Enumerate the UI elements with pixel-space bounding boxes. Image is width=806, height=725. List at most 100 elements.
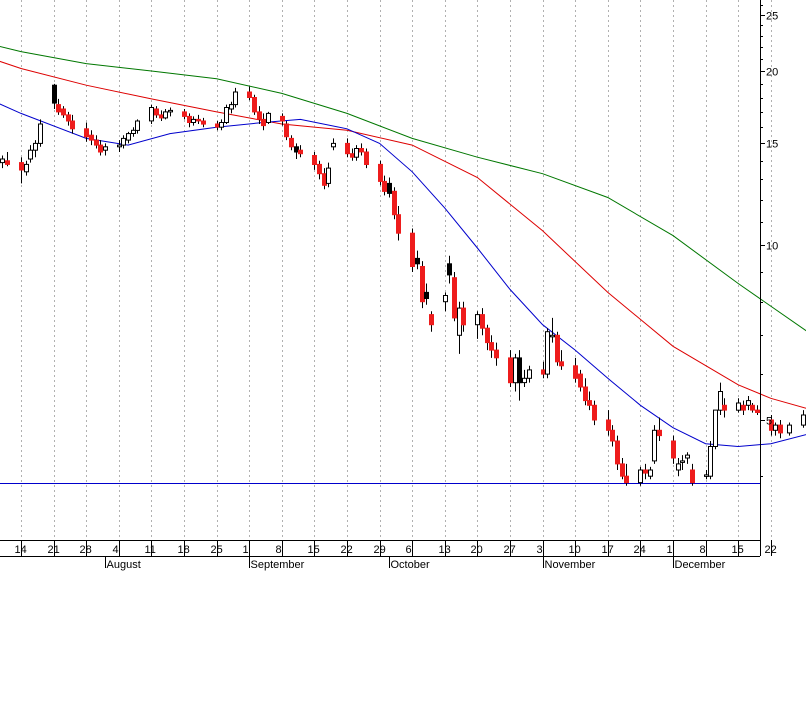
candle-23 <box>150 105 154 124</box>
x-tick-label-10: 22 <box>341 544 353 556</box>
y-tick-label-4: 5 <box>766 416 772 428</box>
candle-body-117 <box>756 410 760 412</box>
candle-body-91 <box>588 401 592 406</box>
candle-body-95 <box>616 441 620 464</box>
x-tick-label-14: 20 <box>471 544 483 556</box>
candle-body-14 <box>90 135 94 140</box>
candle-body-100 <box>649 470 653 476</box>
month-label-0: August <box>107 559 141 571</box>
x-tick-label-8: 8 <box>276 544 282 556</box>
candle-body-7 <box>39 124 43 143</box>
candle-body-30 <box>192 119 196 122</box>
candle-body-71 <box>458 308 462 335</box>
x-tick-label-13: 13 <box>439 544 451 556</box>
candle-body-65 <box>421 267 425 302</box>
candle-body-22 <box>136 121 140 130</box>
candle-35 <box>225 105 229 124</box>
x-tick-label-16: 3 <box>537 544 543 556</box>
x-tick-label-12: 6 <box>406 544 412 556</box>
candle-body-74 <box>481 315 485 329</box>
candle-body-6 <box>34 143 38 150</box>
candle-body-78 <box>509 358 513 383</box>
candle-101 <box>653 425 657 464</box>
candle-body-97 <box>625 476 629 482</box>
candle-body-56 <box>360 149 364 152</box>
candle-body-86 <box>556 335 560 362</box>
candle-body-8 <box>53 85 57 103</box>
candle-body-48 <box>313 156 317 165</box>
candle-body-81 <box>523 378 527 382</box>
candle-body-21 <box>132 130 136 133</box>
candle-body-92 <box>593 405 597 420</box>
candle-body-60 <box>388 183 392 193</box>
candle-70 <box>453 272 457 321</box>
candle-body-23 <box>150 108 154 121</box>
candle-body-54 <box>351 154 355 158</box>
candle-body-46 <box>295 147 299 152</box>
y-tick-label-2: 15 <box>766 139 778 151</box>
candle-body-111 <box>719 392 723 411</box>
candle-body-113 <box>737 403 741 410</box>
candle-body-44 <box>285 124 289 137</box>
candle-body-17 <box>104 147 108 150</box>
candle-body-40 <box>258 112 262 120</box>
candle-body-50 <box>323 174 327 186</box>
candle-body-18 <box>118 145 122 147</box>
candle-body-61 <box>393 191 397 214</box>
candle-body-53 <box>346 143 350 153</box>
candle-body-16 <box>99 145 103 152</box>
candle-body-84 <box>546 332 550 374</box>
candle-body-26 <box>164 112 168 118</box>
candle-body-115 <box>747 401 751 406</box>
candle-body-88 <box>574 366 578 379</box>
candle-body-98 <box>639 470 643 483</box>
candle-body-76 <box>490 343 494 351</box>
candle-body-105 <box>681 461 685 463</box>
candle-86 <box>556 332 560 366</box>
candle-body-42 <box>267 113 271 122</box>
x-tick-label-20: 1 <box>667 544 673 556</box>
candle-body-55 <box>355 149 359 158</box>
candle-body-62 <box>397 215 401 234</box>
candle-body-99 <box>644 470 648 473</box>
candle-body-69 <box>448 264 452 275</box>
candle-body-79 <box>514 358 518 383</box>
candle-body-102 <box>658 430 662 435</box>
candle-body-64 <box>416 258 420 263</box>
candle-body-90 <box>584 387 588 401</box>
candle-body-24 <box>155 109 159 115</box>
candle-body-104 <box>677 464 681 470</box>
candle-body-51 <box>327 168 331 183</box>
candle-body-49 <box>318 164 322 173</box>
candle-63 <box>411 229 415 273</box>
candle-body-75 <box>486 328 490 342</box>
x-tick-label-9: 15 <box>308 544 320 556</box>
candle-body-68 <box>444 296 448 302</box>
candle-58 <box>379 161 383 186</box>
x-tick-label-23: 22 <box>765 544 777 556</box>
candle-109 <box>709 441 713 479</box>
candle-body-13 <box>85 129 89 137</box>
x-tick-label-0: 14 <box>15 544 27 556</box>
candle-body-19 <box>122 138 126 145</box>
candle-body-32 <box>202 121 206 124</box>
x-tick-label-15: 27 <box>504 544 516 556</box>
candle-body-10 <box>62 109 66 115</box>
x-tick-label-19: 24 <box>634 544 646 556</box>
x-tick-label-11: 29 <box>374 544 386 556</box>
candle-body-87 <box>560 362 564 366</box>
candle-body-1 <box>1 159 5 163</box>
candle-body-31 <box>197 119 201 121</box>
candle-110 <box>714 410 718 449</box>
y-tick-label-1: 20 <box>766 67 778 79</box>
candle-body-63 <box>411 233 415 266</box>
candle-body-67 <box>430 315 434 325</box>
candle-42 <box>267 112 271 124</box>
candle-body-36 <box>230 105 234 109</box>
candle-84 <box>546 328 550 378</box>
candle-body-38 <box>248 92 252 98</box>
month-label-1: September <box>251 559 305 571</box>
candle-body-5 <box>29 150 33 159</box>
candle-body-96 <box>621 464 625 476</box>
candle-7 <box>39 119 43 146</box>
